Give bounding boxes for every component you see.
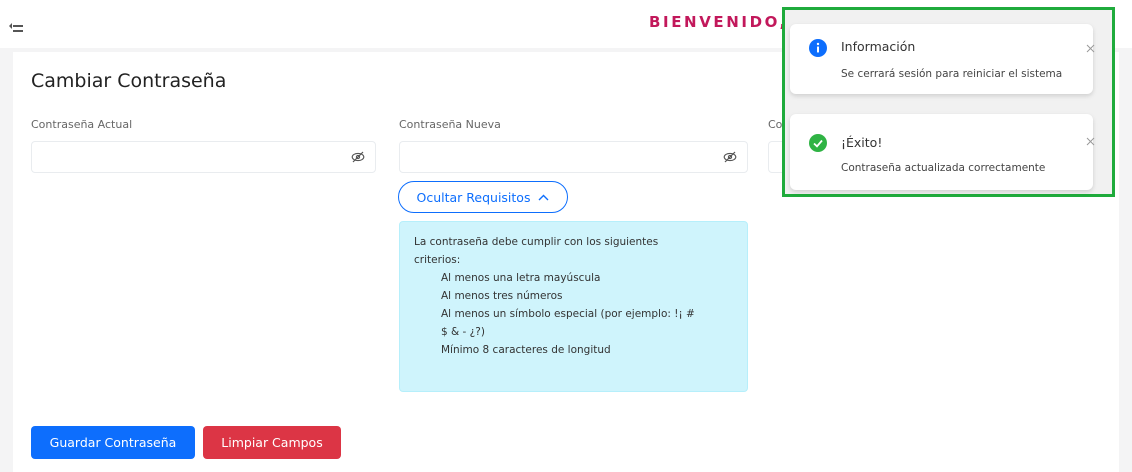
chevron-up-icon xyxy=(538,194,549,200)
requirement-item: Al menos un símbolo especial (por ejempl… xyxy=(441,308,695,320)
requirement-item: Al menos tres números xyxy=(441,290,563,302)
save-password-button[interactable]: Guardar Contraseña xyxy=(31,426,195,459)
requirement-item: Al menos una letra mayúscula xyxy=(441,272,601,284)
current-password-input[interactable] xyxy=(32,142,375,172)
close-icon[interactable] xyxy=(1084,135,1096,147)
check-circle-icon xyxy=(809,134,827,152)
toast-info: Información Se cerrará sesión para reini… xyxy=(790,24,1096,94)
info-icon xyxy=(809,39,827,57)
menu-collapse-icon[interactable] xyxy=(9,20,23,32)
eye-slash-icon[interactable] xyxy=(714,142,746,172)
current-password-label: Contraseña Actual xyxy=(31,118,133,131)
eye-slash-icon[interactable] xyxy=(342,142,374,172)
close-icon[interactable] xyxy=(1084,42,1096,54)
toast-title: Información xyxy=(841,39,916,54)
clear-fields-button[interactable]: Limpiar Campos xyxy=(203,426,341,459)
requirements-intro-line1: La contraseña debe cumplir con los sigui… xyxy=(414,236,659,248)
toast-message: Contraseña actualizada correctamente xyxy=(841,162,1046,174)
new-password-field xyxy=(399,141,748,173)
current-password-field xyxy=(31,141,376,173)
requirement-item: $ & - ¿?) xyxy=(441,326,485,338)
new-password-label: Contraseña Nueva xyxy=(399,118,501,131)
toast-message: Se cerrará sesión para reiniciar el sist… xyxy=(841,68,1063,80)
new-password-input[interactable] xyxy=(400,142,747,172)
requirement-item: Mínimo 8 caracteres de longitud xyxy=(441,344,611,356)
confirm-password-label: Co xyxy=(768,118,783,131)
hide-requirements-button[interactable]: Ocultar Requisitos xyxy=(398,181,568,213)
toast-success: ¡Éxito! Contraseña actualizada correctam… xyxy=(790,114,1096,190)
hide-requirements-label: Ocultar Requisitos xyxy=(416,189,531,205)
toast-title: ¡Éxito! xyxy=(841,135,883,150)
toast-container: Información Se cerrará sesión para reini… xyxy=(782,7,1115,197)
page-title: Cambiar Contraseña xyxy=(31,70,227,92)
requirements-intro-line2: criterios: xyxy=(414,254,461,266)
